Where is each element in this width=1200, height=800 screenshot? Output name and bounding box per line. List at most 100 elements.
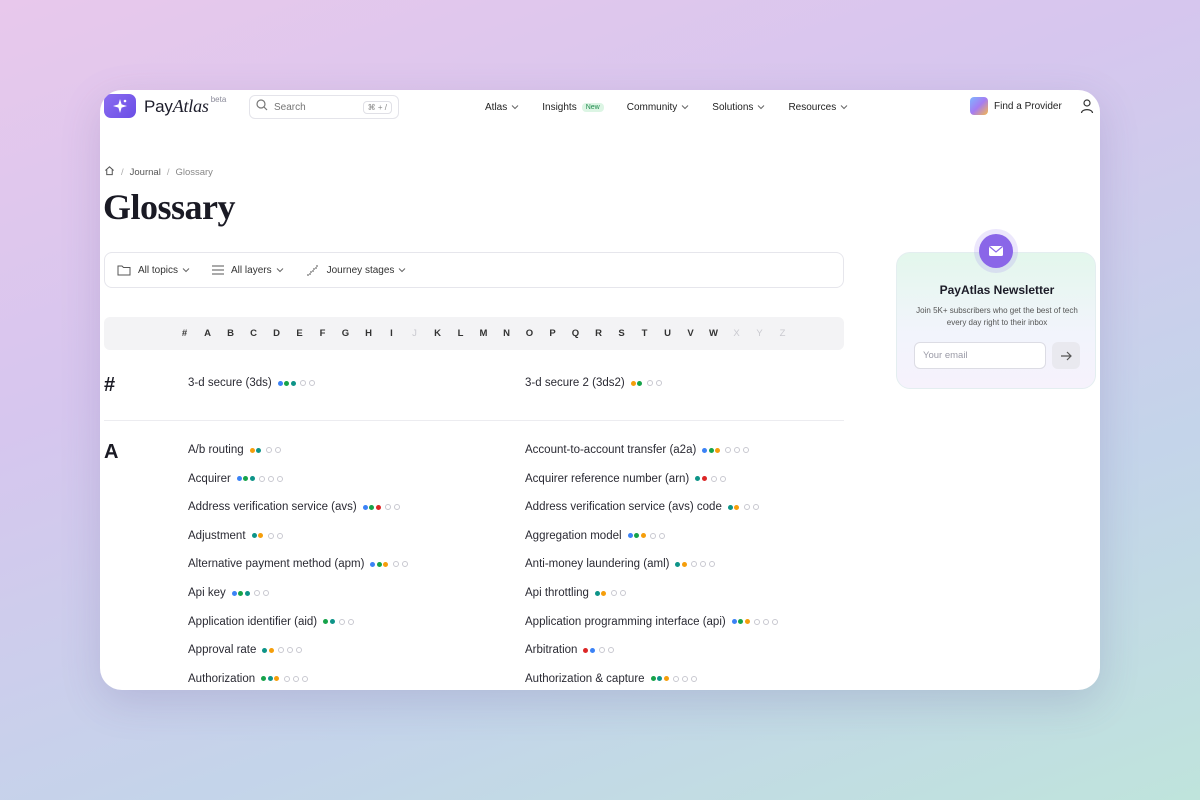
alphabet-letter[interactable]: M [472, 328, 495, 339]
stages-filter[interactable]: Journey stages [306, 264, 407, 276]
nav-item-insights[interactable]: Insights New [542, 102, 604, 113]
alphabet-letter[interactable]: V [679, 328, 702, 339]
alphabet-letter[interactable]: R [587, 328, 610, 339]
search-box[interactable]: ⌘ + / [249, 95, 399, 119]
nav-item-community[interactable]: Community [627, 102, 690, 113]
glossary-term[interactable]: Api throttling [525, 587, 626, 599]
breadcrumb-journal[interactable]: Journal [130, 167, 161, 178]
glossary-term[interactable]: Application programming interface (api) [525, 616, 779, 628]
layer-icon [608, 647, 615, 654]
alphabet-letter: Y [756, 328, 763, 339]
glossary-term[interactable]: A/b routing [188, 444, 281, 456]
layer-icon [283, 675, 290, 682]
glossary-term[interactable]: Address verification service (avs) code [525, 501, 759, 513]
layer-icon [742, 447, 749, 453]
nav-item-atlas[interactable]: Atlas [485, 102, 519, 113]
logo-wordmark: PayAtlas [144, 95, 209, 116]
category-dots [675, 561, 716, 568]
glossary-term[interactable]: Address verification service (avs) [188, 501, 401, 513]
category-dot-orange [249, 447, 255, 453]
alphabet-letter[interactable]: B [219, 328, 242, 339]
category-dots [627, 532, 666, 539]
topics-filter[interactable]: All topics [117, 264, 190, 276]
alphabet-letter[interactable]: L [449, 328, 472, 339]
layer-icon [682, 675, 689, 682]
layer-icon [296, 647, 303, 654]
alphabet-letter[interactable]: Q [564, 328, 587, 339]
alphabet-letter[interactable]: K [426, 328, 449, 339]
category-dot-orange [268, 647, 274, 653]
glossary-term[interactable]: Aggregation model [525, 530, 666, 542]
alphabet-letter[interactable]: C [242, 328, 265, 339]
alphabet-letter[interactable]: E [288, 328, 311, 339]
glossary-term[interactable]: Approval rate [188, 644, 303, 656]
alphabet-letter[interactable]: T [633, 328, 656, 339]
email-field[interactable] [914, 342, 1046, 369]
nav-item-solutions[interactable]: Solutions [712, 102, 765, 113]
glossary-term[interactable]: Arbitration [525, 644, 615, 656]
category-dot-blue [702, 447, 708, 453]
category-dots [731, 618, 779, 625]
alphabet-letter[interactable]: S [610, 328, 633, 339]
alphabet-letter[interactable]: H [357, 328, 380, 339]
alphabet-letter[interactable]: W [702, 328, 725, 339]
glossary-term[interactable]: Api key [188, 587, 270, 599]
chevron-down-icon [681, 105, 689, 110]
glossary-term[interactable]: Adjustment [188, 530, 283, 542]
layer-icon [772, 618, 779, 625]
home-icon[interactable] [104, 165, 115, 179]
glossary-term[interactable]: Alternative payment method (apm) [188, 558, 408, 570]
glossary-term-label: Adjustment [188, 529, 246, 542]
category-dot-green [323, 619, 329, 625]
page-title: Glossary [103, 187, 236, 227]
glossary-term[interactable]: Authorization & capture [525, 673, 698, 685]
category-dot-teal [695, 476, 701, 482]
alphabet-index: # A B C D E F G H I J K L M N O P Q R S T U V W X Y Z [104, 317, 844, 350]
alphabet-letter[interactable]: F [311, 328, 334, 339]
category-dot-orange [640, 533, 646, 539]
category-dot-teal [262, 647, 268, 653]
glossary-term[interactable]: 3-d secure 2 (3ds2) [525, 377, 662, 389]
glossary-term[interactable]: Application identifier (aid) [188, 616, 355, 628]
category-dots [370, 561, 408, 568]
find-provider-link[interactable]: Find a Provider [970, 97, 1062, 115]
layer-icon [401, 561, 408, 568]
alphabet-letter[interactable]: G [334, 328, 357, 339]
glossary-term[interactable]: Acquirer reference number (arn) [525, 473, 727, 485]
alphabet-letter[interactable]: I [380, 328, 403, 339]
layer-icon [259, 475, 266, 482]
alphabet-letter[interactable]: O [518, 328, 541, 339]
category-dot-green [738, 619, 744, 625]
glossary-term[interactable]: Acquirer [188, 472, 284, 485]
logo[interactable]: PayAtlas beta [104, 94, 226, 118]
category-dot-green [637, 380, 643, 386]
nav-item-resources[interactable]: Resources [788, 102, 848, 113]
category-dot-green [284, 380, 290, 386]
glossary-term[interactable]: 3-d secure (3ds) [188, 377, 316, 389]
alphabet-letter[interactable]: P [541, 328, 564, 339]
glossary-term-label: Acquirer [188, 472, 231, 485]
alphabet-letter[interactable]: D [265, 328, 288, 339]
user-account-icon[interactable] [1079, 98, 1095, 119]
search-input[interactable] [274, 101, 354, 113]
category-dot-orange [258, 533, 264, 539]
category-dot-blue [277, 380, 283, 386]
glossary-term[interactable]: Account-to-account transfer (a2a) [525, 444, 749, 456]
layer-icon [267, 532, 274, 539]
category-dot-red [701, 476, 707, 482]
category-dots [236, 475, 284, 482]
glossary-term[interactable]: Authorization [188, 673, 308, 685]
alphabet-letter[interactable]: U [656, 328, 679, 339]
category-dot-green [708, 447, 714, 453]
category-dot-blue [627, 533, 633, 539]
glossary-term[interactable]: Anti-money laundering (aml) [525, 558, 716, 570]
stages-filter-label: Journey stages [326, 264, 395, 276]
layers-filter[interactable]: All layers [212, 265, 284, 276]
alphabet-letter[interactable]: A [196, 328, 219, 339]
alphabet-letter[interactable]: # [173, 328, 196, 339]
category-dots [650, 675, 698, 682]
section-letter: A [104, 441, 119, 463]
layer-icon [720, 475, 727, 482]
subscribe-button[interactable] [1052, 342, 1080, 369]
alphabet-letter[interactable]: N [495, 328, 518, 339]
